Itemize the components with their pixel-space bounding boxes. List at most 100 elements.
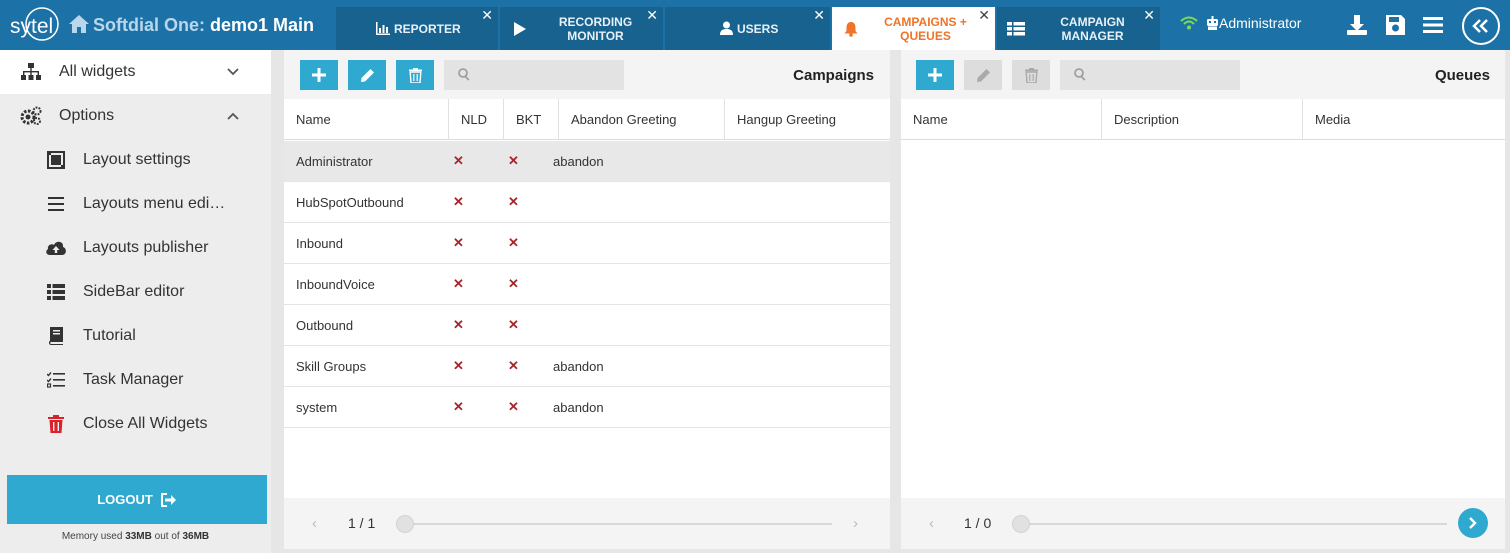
tab-users[interactable]: USERS ✕ bbox=[665, 7, 830, 50]
logout-label: LOGOUT bbox=[97, 492, 153, 507]
list-icon bbox=[45, 281, 67, 303]
user-name: Administrator bbox=[1219, 15, 1302, 31]
sidebar-item-label: Layout settings bbox=[83, 151, 191, 168]
pager-text: 1 / 1 bbox=[348, 515, 376, 531]
table-row[interactable]: Inbound ✕ ✕ bbox=[284, 223, 890, 264]
queues-panel: Queues Name Description Media ‹ 1 / 0 bbox=[901, 50, 1505, 549]
tab-reporter[interactable]: REPORTER ✕ bbox=[336, 7, 498, 50]
column-header-hangup-greeting[interactable]: Hangup Greeting bbox=[725, 99, 890, 139]
edit-queue-button[interactable] bbox=[964, 60, 1002, 90]
user-icon bbox=[720, 21, 733, 35]
search-icon bbox=[1074, 68, 1086, 81]
memory-total: 36MB bbox=[182, 531, 210, 542]
table-row[interactable]: Outbound ✕ ✕ bbox=[284, 305, 890, 346]
logout-button[interactable]: LOGOUT bbox=[7, 475, 267, 524]
column-header-media[interactable]: Media bbox=[1303, 99, 1505, 139]
sidebar-item-layout-settings[interactable]: Layout settings bbox=[0, 138, 271, 182]
cell-nld: ✕ bbox=[453, 235, 464, 250]
sidebar-item-label: Layouts publisher bbox=[83, 239, 209, 256]
delete-campaign-button[interactable] bbox=[396, 60, 434, 90]
column-header-description[interactable]: Description bbox=[1102, 99, 1303, 139]
menu-icon[interactable] bbox=[1421, 13, 1445, 37]
tab-campaign-manager[interactable]: CAMPAIGN MANAGER ✕ bbox=[997, 7, 1160, 50]
edit-campaign-button[interactable] bbox=[348, 60, 386, 90]
add-campaign-button[interactable] bbox=[300, 60, 338, 90]
search-icon bbox=[458, 68, 470, 81]
tab-close-icon[interactable]: ✕ bbox=[481, 8, 493, 22]
cell-abandon: abandon bbox=[553, 399, 604, 415]
tab-label: CAMPAIGNS + QUEUES bbox=[884, 14, 967, 43]
campaigns-panel: Campaigns Name NLD BKT Abandon Greeting … bbox=[284, 50, 890, 549]
queues-toolbar: Queues bbox=[901, 50, 1505, 99]
tab-campaigns-queues[interactable]: CAMPAIGNS + QUEUES ✕ bbox=[832, 7, 995, 50]
campaigns-table-header: Name NLD BKT Abandon Greeting Hangup Gre… bbox=[284, 99, 890, 140]
table-row[interactable]: Skill Groups ✕ ✕ abandon bbox=[284, 346, 890, 387]
column-header-name[interactable]: Name bbox=[284, 99, 449, 139]
memory-usage: Memory used 33MB out of 36MB bbox=[0, 531, 271, 542]
pager-prev-button[interactable]: ‹ bbox=[312, 515, 317, 532]
pager-slider-track[interactable] bbox=[1021, 523, 1447, 525]
tasks-icon bbox=[45, 369, 67, 391]
sidebar-item-task-manager[interactable]: Task Manager bbox=[0, 358, 271, 402]
sidebar-item-all-widgets[interactable]: All widgets bbox=[0, 50, 271, 94]
queues-pager: ‹ 1 / 0 bbox=[901, 498, 1505, 549]
tab-recording-monitor[interactable]: RECORDING MONITOR ✕ bbox=[500, 7, 663, 50]
sidebar-item-layouts-menu-editor[interactable]: Layouts menu edi… bbox=[0, 182, 271, 226]
layout-name: demo1 Main bbox=[210, 15, 315, 35]
column-header-name[interactable]: Name bbox=[901, 99, 1102, 139]
tab-close-icon[interactable]: ✕ bbox=[978, 8, 990, 22]
collapse-button[interactable] bbox=[1462, 7, 1500, 45]
tab-label: CAMPAIGN MANAGER bbox=[1060, 14, 1125, 43]
trash-icon bbox=[408, 67, 422, 83]
table-row[interactable]: HubSpotOutbound ✕ ✕ bbox=[284, 182, 890, 223]
tab-close-icon[interactable]: ✕ bbox=[646, 8, 658, 22]
cell-nld: ✕ bbox=[453, 358, 464, 373]
sidebar-item-label: Task Manager bbox=[83, 371, 184, 388]
pager-slider-thumb[interactable] bbox=[396, 515, 414, 533]
queues-search-input[interactable] bbox=[1096, 60, 1232, 90]
sidebar-item-close-all-widgets[interactable]: Close All Widgets bbox=[0, 402, 271, 446]
table-row[interactable]: Administrator ✕ ✕ abandon bbox=[284, 141, 890, 182]
campaigns-search-input[interactable] bbox=[480, 60, 616, 90]
column-header-abandon-greeting[interactable]: Abandon Greeting bbox=[559, 99, 725, 139]
pager-next-button[interactable]: › bbox=[853, 515, 858, 532]
download-icon[interactable] bbox=[1345, 13, 1369, 37]
plus-icon bbox=[312, 68, 326, 82]
column-header-bkt[interactable]: BKT bbox=[504, 99, 559, 139]
user-menu[interactable]: Administrator bbox=[1180, 15, 1301, 31]
cogs-icon bbox=[20, 105, 42, 127]
sidebar-item-sidebar-editor[interactable]: SideBar editor bbox=[0, 270, 271, 314]
pager-slider-thumb[interactable] bbox=[1012, 515, 1030, 533]
sidebar-item-label: Close All Widgets bbox=[83, 415, 208, 432]
queues-search[interactable] bbox=[1060, 60, 1240, 90]
cell-bkt: ✕ bbox=[508, 194, 519, 209]
cell-bkt: ✕ bbox=[508, 153, 519, 168]
cell-name: Inbound bbox=[296, 235, 343, 251]
tab-close-icon[interactable]: ✕ bbox=[813, 8, 825, 22]
sign-out-icon bbox=[160, 492, 176, 507]
pager-slider-track[interactable] bbox=[404, 523, 832, 525]
cell-bkt: ✕ bbox=[508, 399, 519, 414]
campaigns-search[interactable] bbox=[444, 60, 624, 90]
column-header-nld[interactable]: NLD bbox=[449, 99, 504, 139]
top-bar: sytel Softdial One: demo1 Main REPORTER … bbox=[0, 0, 1510, 50]
pager-next-button[interactable] bbox=[1458, 508, 1488, 538]
svg-text:sytel: sytel bbox=[10, 15, 53, 38]
save-icon[interactable] bbox=[1383, 13, 1407, 37]
table-row[interactable]: system ✕ ✕ abandon bbox=[284, 387, 890, 428]
add-queue-button[interactable] bbox=[916, 60, 954, 90]
cell-name: Administrator bbox=[296, 153, 373, 169]
sidebar-item-tutorial[interactable]: Tutorial bbox=[0, 314, 271, 358]
queues-table-header: Name Description Media bbox=[901, 99, 1505, 140]
pager-prev-button[interactable]: ‹ bbox=[929, 515, 934, 532]
tab-close-icon[interactable]: ✕ bbox=[1143, 8, 1155, 22]
campaigns-toolbar: Campaigns bbox=[284, 50, 890, 99]
queues-title: Queues bbox=[1434, 67, 1490, 84]
chevron-down-icon bbox=[227, 68, 239, 76]
sidebar-item-layouts-publisher[interactable]: Layouts publisher bbox=[0, 226, 271, 270]
home-icon[interactable] bbox=[68, 14, 90, 34]
cell-bkt: ✕ bbox=[508, 235, 519, 250]
table-row[interactable]: InboundVoice ✕ ✕ bbox=[284, 264, 890, 305]
delete-queue-button[interactable] bbox=[1012, 60, 1050, 90]
sidebar-item-options[interactable]: Options bbox=[0, 94, 271, 138]
